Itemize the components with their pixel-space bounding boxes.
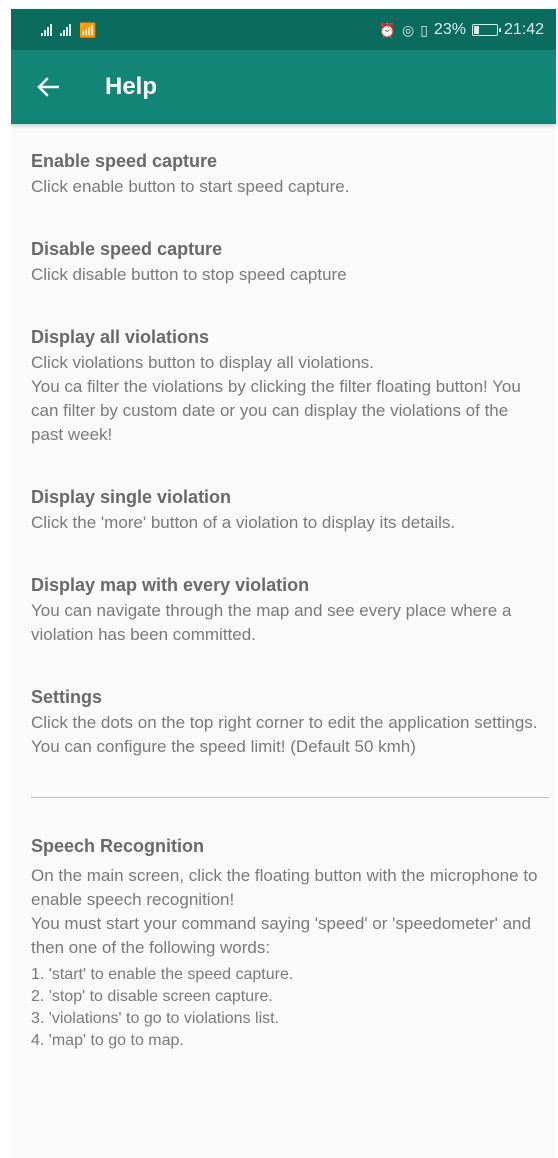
help-content: Enable speed capture Click enable button …: [11, 124, 556, 1052]
list-item: 4. 'map' to go to map.: [31, 1032, 184, 1049]
phone-screen: 📶 ⏰ ◎ ▯ 23% 21:42 Help Enable speed capt…: [11, 9, 556, 1158]
help-section: Display all violations Click violations b…: [31, 325, 544, 447]
section-line: You can navigate through the map and see…: [31, 601, 512, 644]
help-section: Display single violation Click the 'more'…: [31, 485, 544, 535]
status-time: 21:42: [503, 20, 544, 38]
section-title: Disable speed capture: [31, 239, 223, 259]
section-line: Click the dots on the top right corner t…: [31, 713, 538, 732]
section-title: Settings: [31, 687, 103, 707]
alarm-icon: ⏰: [378, 21, 396, 38]
section-title: Display map with every violation: [31, 575, 310, 595]
help-section-speech-recognition: Speech Recognition On the main screen, c…: [31, 834, 544, 1052]
section-line: Click disable button to stop speed captu…: [31, 265, 347, 284]
help-sections: Enable speed capture Click enable button …: [31, 149, 544, 759]
section-line: Click enable button to start speed captu…: [31, 177, 350, 196]
signal-icon-2: [60, 23, 71, 36]
section-line: You can configure the speed limit! (Defa…: [31, 737, 416, 756]
vibrate-icon: ▯: [420, 21, 428, 38]
page-title: Help: [105, 73, 158, 100]
help-section: Enable speed capture Click enable button …: [31, 149, 544, 199]
section-title: Display all violations: [31, 327, 210, 347]
battery-percent: 23%: [433, 20, 466, 38]
list-item: 3. 'violations' to go to violations list…: [31, 1010, 280, 1027]
help-section: Display map with every violation You can …: [31, 573, 544, 647]
section-title: Speech Recognition: [31, 836, 205, 856]
section-title: Display single violation: [31, 487, 232, 507]
help-section: Settings Click the dots on the top right …: [31, 685, 544, 759]
list-item: 1. 'start' to enable the speed capture.: [31, 966, 294, 983]
section-line: Click violations button to display all v…: [31, 353, 375, 372]
section-line: On the main screen, click the floating b…: [31, 866, 538, 909]
section-title: Enable speed capture: [31, 151, 218, 171]
battery-icon: [471, 23, 501, 36]
list-item: 2. 'stop' to disable screen capture.: [31, 988, 273, 1005]
status-bar: 📶 ⏰ ◎ ▯ 23% 21:42: [11, 9, 556, 50]
section-line: You must start your command saying 'spee…: [31, 914, 531, 957]
app-bar: Help: [11, 50, 556, 124]
section-line: You ca filter the violations by clicking…: [31, 377, 521, 444]
back-arrow-icon[interactable]: [37, 77, 61, 97]
signal-icon: [41, 23, 52, 36]
status-right: ⏰ ◎ ▯ 23% 21:42: [379, 21, 544, 39]
section-line: Click the 'more' button of a violation t…: [31, 513, 456, 532]
command-list: 1. 'start' to enable the speed capture. …: [31, 964, 544, 1052]
divider: [31, 797, 549, 798]
location-icon: ◎: [401, 21, 415, 38]
help-section: Disable speed capture Click disable butto…: [31, 237, 544, 287]
wifi-icon: 📶: [79, 21, 97, 38]
status-left: 📶: [41, 23, 96, 37]
